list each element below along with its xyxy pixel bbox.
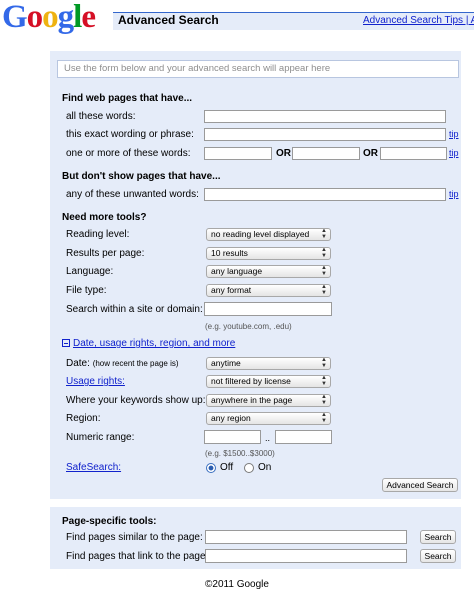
reading-level-label: Reading level: <box>66 229 130 240</box>
linking-pages-label: Find pages that link to the page: <box>66 551 209 562</box>
or-word-input-1[interactable] <box>204 147 272 160</box>
file-type-label: File type: <box>66 285 107 296</box>
logo-letter: e <box>81 0 96 35</box>
select-arrows-icon: ▲ ▼ <box>321 375 327 387</box>
logo-letter: g <box>57 0 74 35</box>
or-separator: OR <box>276 148 291 159</box>
select-arrows-icon: ▲ ▼ <box>321 412 327 424</box>
google-logo[interactable]: Google <box>2 0 96 35</box>
safesearch-off-radio[interactable] <box>206 463 216 473</box>
similar-pages-search-button[interactable]: Search <box>420 530 456 544</box>
page-specific-heading: Page-specific tools: <box>62 516 157 527</box>
numeric-range-from-input[interactable] <box>204 430 261 444</box>
site-domain-input[interactable] <box>204 302 332 316</box>
numeric-range-example: (e.g. $1500..$3000) <box>205 449 275 458</box>
select-arrows-icon: ▲ ▼ <box>321 394 327 406</box>
similar-pages-input[interactable] <box>205 530 407 544</box>
select-arrows-icon: ▲ ▼ <box>321 228 327 240</box>
date-label: Date: (how recent the page is) <box>66 358 179 370</box>
unwanted-words-label: any of these unwanted words: <box>66 189 199 200</box>
select-arrows-icon: ▲ ▼ <box>321 247 327 259</box>
safesearch-link[interactable]: SafeSearch: <box>66 462 121 474</box>
similar-pages-label: Find pages similar to the page: <box>66 532 203 543</box>
find-heading: Find web pages that have... <box>62 93 193 104</box>
date-label-sub: (how recent the page is) <box>92 359 179 368</box>
tools-heading: Need more tools? <box>62 212 147 223</box>
keyword-location-label: Where your keywords show up: <box>66 395 206 406</box>
reading-level-value: no reading level displayed <box>211 229 310 239</box>
region-value: any region <box>211 413 251 423</box>
exact-phrase-label: this exact wording or phrase: <box>66 129 194 140</box>
select-arrows-icon: ▲ ▼ <box>321 265 327 277</box>
safesearch-on-radio[interactable] <box>244 463 254 473</box>
language-label: Language: <box>66 266 114 277</box>
select-arrows-icon: ▲ ▼ <box>321 357 327 369</box>
or-separator: OR <box>363 148 378 159</box>
collapse-icon[interactable] <box>62 339 70 347</box>
exact-phrase-input[interactable] <box>204 128 446 141</box>
exclude-heading: But don't show pages that have... <box>62 171 221 182</box>
one-or-more-label: one or more of these words: <box>66 148 191 159</box>
reading-level-select[interactable]: no reading level displayed ▲ ▼ <box>206 228 331 241</box>
linking-pages-input[interactable] <box>205 549 407 563</box>
all-words-input[interactable] <box>204 110 446 123</box>
numeric-range-to-input[interactable] <box>275 430 332 444</box>
results-per-page-label: Results per page: <box>66 248 145 259</box>
date-value: anytime <box>211 358 241 368</box>
unwanted-tip-link[interactable]: tip <box>449 189 459 200</box>
keyword-location-value: anywhere in the page <box>211 395 293 405</box>
logo-letter: o <box>42 0 58 35</box>
logo-letter: G <box>2 0 28 35</box>
safesearch-on-label: On <box>258 462 272 473</box>
linking-pages-search-button[interactable]: Search <box>420 549 456 563</box>
usage-rights-link[interactable]: Usage rights: <box>66 376 125 388</box>
query-preview: Use the form below and your advanced sea… <box>57 60 459 78</box>
safesearch-off-label: Off <box>220 462 234 473</box>
select-arrows-icon: ▲ ▼ <box>321 284 327 296</box>
or-word-input-3[interactable] <box>380 147 447 160</box>
date-select[interactable]: anytime ▲ ▼ <box>206 357 331 370</box>
results-per-page-select[interactable]: 10 results ▲ ▼ <box>206 247 331 260</box>
numeric-range-label: Numeric range: <box>66 432 135 443</box>
site-domain-label: Search within a site or domain: <box>66 304 203 315</box>
date-usage-region-toggle[interactable]: Date, usage rights, region, and more <box>73 338 235 350</box>
page-title: Advanced Search <box>118 13 219 27</box>
results-per-page-value: 10 results <box>211 248 248 258</box>
language-select[interactable]: any language ▲ ▼ <box>206 265 331 278</box>
site-domain-example: (e.g. youtube.com, .edu) <box>205 322 292 331</box>
usage-rights-select[interactable]: not filtered by license ▲ ▼ <box>206 375 331 388</box>
one-or-more-tip-link[interactable]: tip <box>449 148 459 159</box>
usage-rights-value: not filtered by license <box>211 376 291 386</box>
or-word-input-2[interactable] <box>292 147 360 160</box>
logo-letter: o <box>26 0 43 35</box>
language-value: any language <box>211 266 263 276</box>
file-type-select[interactable]: any format ▲ ▼ <box>206 284 331 297</box>
unwanted-words-input[interactable] <box>204 188 446 201</box>
region-label: Region: <box>66 413 101 424</box>
logo-letter: l <box>73 0 82 35</box>
advanced-search-button[interactable]: Advanced Search <box>382 478 458 492</box>
advanced-search-tips-link[interactable]: Advanced Search Tips | Ab <box>363 14 474 27</box>
region-select[interactable]: any region ▲ ▼ <box>206 412 331 425</box>
keyword-location-select[interactable]: anywhere in the page ▲ ▼ <box>206 394 331 407</box>
date-label-text: Date: <box>66 358 90 369</box>
footer-copyright: ©2011 Google <box>205 579 269 590</box>
numeric-range-separator: .. <box>265 433 271 443</box>
all-words-label: all these words: <box>66 111 136 122</box>
exact-phrase-tip-link[interactable]: tip <box>449 129 459 140</box>
file-type-value: any format <box>211 285 252 295</box>
